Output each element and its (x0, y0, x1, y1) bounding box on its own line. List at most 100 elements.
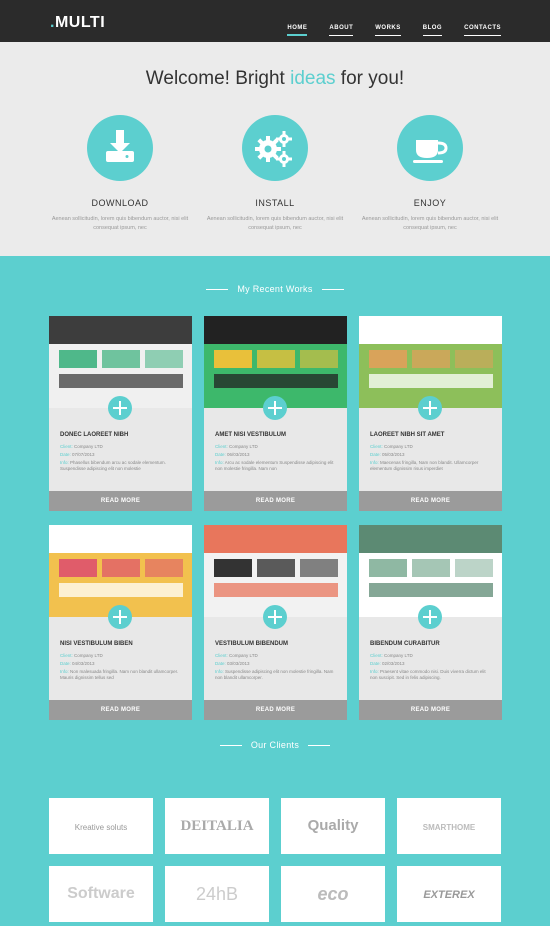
heading-rule (206, 289, 229, 291)
heading-rule (321, 289, 344, 291)
work-client: Client: Company LTD (370, 653, 413, 658)
client-logo[interactable]: DEITALIA (165, 798, 269, 854)
thumb-band (359, 316, 502, 344)
download-icon[interactable] (87, 115, 153, 181)
thumb-block (59, 374, 183, 388)
meta-key: Info: (370, 669, 379, 674)
meta-key: Client: (370, 444, 383, 449)
client-logo-text: Kreative soluts (74, 823, 128, 832)
thumb-band (49, 525, 192, 553)
work-thumbnail[interactable] (49, 316, 192, 408)
meta-key: Info: (215, 669, 224, 674)
thumb-block (300, 559, 338, 577)
welcome-section: Welcome! Bright ideas for you! DOWNLOAD … (0, 42, 550, 256)
work-info: Info: Phasellus bibendum arcu ac sodale … (60, 460, 182, 472)
nav-about[interactable]: ABOUT (329, 25, 354, 36)
work-card[interactable]: LAOREET NIBH SIT AMET Client: Company LT… (359, 316, 502, 511)
clients-heading-text: Our Clients (250, 740, 300, 750)
meta-key: Info: (60, 460, 69, 465)
meta-key: Client: (60, 444, 73, 449)
work-title: DONEC LAOREET NIBH (60, 432, 129, 438)
meta-key: Client: (215, 653, 228, 658)
work-info: Info: Praesent vitae commodo nisi. Duis … (370, 669, 492, 681)
meta-key: Date: (215, 452, 226, 457)
work-card[interactable]: NISI VESTIBULUM BIBEN Client: Company LT… (49, 525, 192, 720)
thumb-band (204, 316, 347, 344)
client-logo-text: 24hB (195, 884, 239, 904)
read-more-button[interactable]: READ MORE (49, 700, 192, 720)
meta-key: Client: (370, 653, 383, 658)
client-logo[interactable]: Software (49, 866, 153, 922)
work-thumbnail[interactable] (359, 316, 502, 408)
work-title: AMET NISI VESTIBULUM (215, 432, 287, 438)
plus-icon[interactable] (263, 605, 287, 629)
thumb-block (369, 350, 407, 368)
work-client: Client: Company LTD (215, 444, 258, 449)
heading-rule (219, 745, 242, 747)
thumb-block (59, 583, 183, 597)
read-more-button[interactable]: READ MORE (49, 491, 192, 511)
work-thumbnail[interactable] (359, 525, 502, 617)
plus-icon[interactable] (418, 396, 442, 420)
thumb-block (214, 350, 252, 368)
nav-contacts[interactable]: CONTACTS (464, 25, 501, 36)
work-title: BIBENDUM CURABITUR (370, 641, 440, 647)
welcome-title: Welcome! Bright ideas for you! (0, 68, 550, 90)
meta-value: Company LTD (384, 653, 413, 658)
read-more-button[interactable]: READ MORE (204, 491, 347, 511)
read-more-button[interactable]: READ MORE (359, 700, 502, 720)
nav-home[interactable]: HOME (287, 25, 308, 36)
work-date: Date: 07/07/2013 (60, 452, 95, 457)
read-more-button[interactable]: READ MORE (204, 700, 347, 720)
site-logo[interactable]: .MULTI (50, 14, 105, 32)
thumb-block (59, 559, 97, 577)
client-logo[interactable]: EXTEREX (397, 866, 501, 922)
work-date: Date: 06/03/2013 (215, 452, 250, 457)
work-card[interactable]: VESTIBULUM BIBENDUM Client: Company LTD … (204, 525, 347, 720)
plus-icon[interactable] (263, 396, 287, 420)
heading-rule (308, 745, 331, 747)
work-title: NISI VESTIBULUM BIBEN (60, 641, 133, 647)
meta-key: Date: (60, 661, 71, 666)
work-card[interactable]: AMET NISI VESTIBULUM Client: Company LTD… (204, 316, 347, 511)
nav-works[interactable]: WORKS (375, 25, 401, 36)
meta-value: Company LTD (229, 653, 258, 658)
logo-text: MULTI (54, 14, 106, 31)
work-client: Client: Company LTD (370, 444, 413, 449)
thumb-block (145, 559, 183, 577)
meta-value: 07/07/2013 (72, 452, 95, 457)
client-logo-text: Software (67, 885, 135, 902)
plus-icon[interactable] (108, 605, 132, 629)
read-more-button[interactable]: READ MORE (359, 491, 502, 511)
nav-blog[interactable]: BLOG (422, 25, 443, 36)
client-logo[interactable]: SMARTHOME (397, 798, 501, 854)
work-card[interactable]: DONEC LAOREET NIBH Client: Company LTD D… (49, 316, 192, 511)
gears-icon[interactable] (242, 115, 308, 181)
meta-value: Arcu ac sodale elementum Suspendisse adi… (215, 460, 334, 471)
meta-key: Date: (60, 452, 71, 457)
work-thumbnail[interactable] (204, 316, 347, 408)
thumb-block (59, 350, 97, 368)
work-thumbnail[interactable] (204, 525, 347, 617)
meta-value: 02/03/2013 (382, 661, 405, 666)
work-info: Info: Maecenas fringilla, Nam non blandi… (370, 460, 492, 472)
feature-title: INSTALL (255, 198, 295, 208)
work-date: Date: 05/03/2013 (370, 452, 405, 457)
meta-key: Info: (215, 460, 224, 465)
client-logo[interactable]: eco (281, 866, 385, 922)
cup-icon[interactable] (397, 115, 463, 181)
client-logo[interactable]: Kreative soluts (49, 798, 153, 854)
thumb-block (369, 583, 493, 597)
work-card[interactable]: BIBENDUM CURABITUR Client: Company LTD D… (359, 525, 502, 720)
plus-icon[interactable] (108, 396, 132, 420)
plus-icon[interactable] (418, 605, 442, 629)
client-logo-text: EXTEREX (423, 889, 475, 901)
thumb-band (49, 316, 192, 344)
site-header: .MULTI HOME ABOUT WORKS BLOG CONTACTS (0, 0, 550, 42)
thumb-band (204, 525, 347, 553)
client-logo[interactable]: Quality (281, 798, 385, 854)
client-logo[interactable]: 24hB (165, 866, 269, 922)
title-part: Welcome! Bright (145, 68, 291, 89)
meta-value: Non malesuada fringilla. Nam non blandit… (60, 669, 179, 680)
work-thumbnail[interactable] (49, 525, 192, 617)
